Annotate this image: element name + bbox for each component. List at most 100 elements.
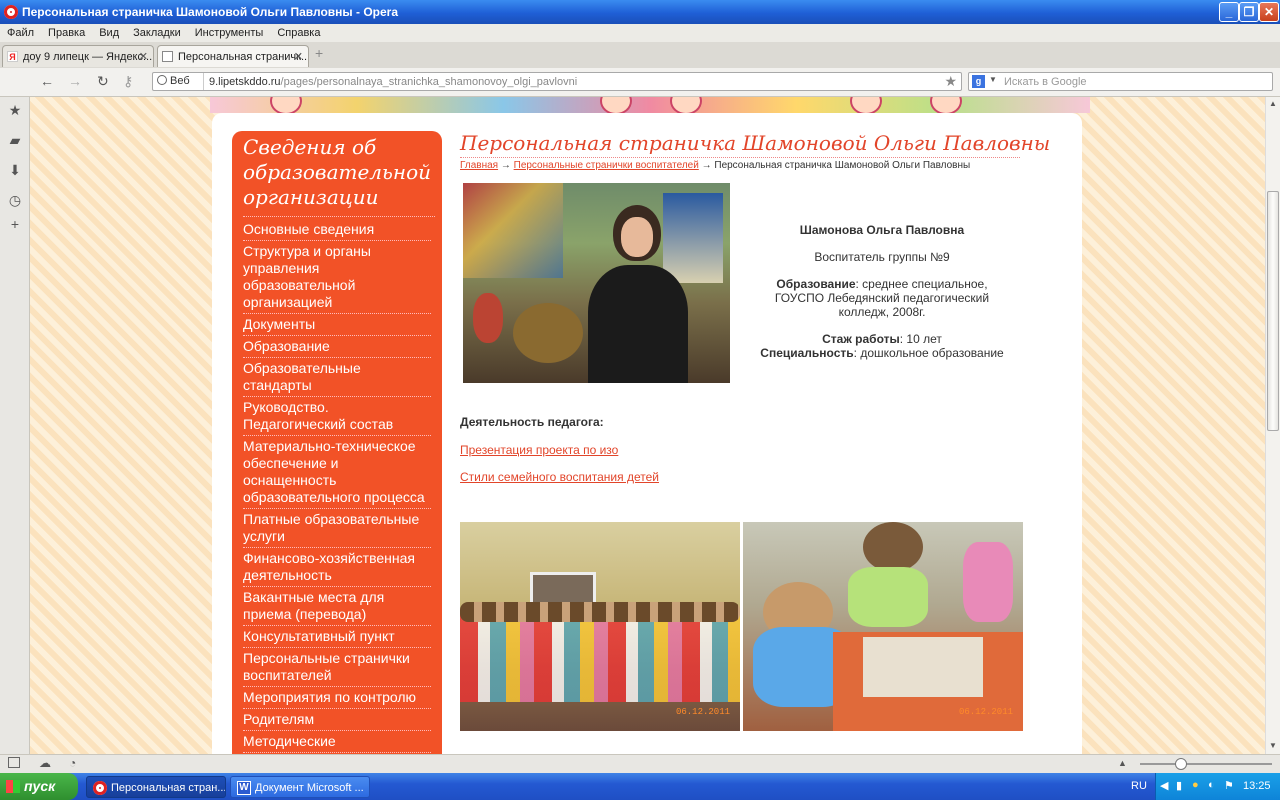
taskbar-word-window[interactable]: W Документ Microsoft ... [230,776,370,798]
system-tray: ◀ ▮ ● ◐ ⚑ 13:25 [1155,773,1280,800]
sidebar-menu: Сведения об образовательной организации … [232,131,442,754]
tab-label: доу 9 липецк — Яндекс... [23,51,153,63]
tab-label: Персональная страничк... [178,51,309,63]
menu-edit[interactable]: Правка [41,24,92,39]
specialty-value: : дошкольное образование [853,346,1004,360]
bookmarks-star-icon[interactable]: ★ [8,103,22,117]
group-photo-1: 06.12.2011 [460,522,740,731]
parenting-styles-link[interactable]: Стили семейного воспитания детей [460,470,659,484]
presentation-link[interactable]: Презентация проекта по изо [460,443,618,457]
menu-view[interactable]: Вид [92,24,126,39]
tab-close-icon[interactable]: ✕ [294,50,303,63]
window-title: Персональная страничка Шамоновой Ольги П… [22,5,399,19]
speed-dial-icon[interactable]: ◔ [69,756,76,770]
window-titlebar: Персональная страничка Шамоновой Ольги П… [0,0,1280,24]
menu-file[interactable]: Файл [0,24,41,39]
address-field[interactable]: Веб 9.lipetskddo.ru/pages/personalnaya_s… [152,72,962,91]
group-photo-2: 06.12.2011 [743,522,1023,731]
zoom-menu-icon[interactable]: ▲ [1118,758,1127,768]
page-favicon-icon [162,51,173,62]
menu-help[interactable]: Справка [270,24,327,39]
bookmark-star-icon[interactable]: ★ [944,73,957,90]
key-icon[interactable]: ⚷ [123,73,133,90]
scroll-down-icon[interactable]: ▼ [1269,741,1277,750]
clock[interactable]: 13:25 [1243,780,1271,792]
zoom-slider[interactable] [1140,758,1272,770]
sidebar-item-staff[interactable]: Руководство. Педагогический состав [243,397,431,436]
opera-logo-icon [4,5,18,19]
panel-toggle-icon[interactable] [8,757,20,768]
sidebar-item-standards[interactable]: Образовательные стандарты [243,358,431,397]
history-clock-icon[interactable]: ◷ [8,193,22,207]
tab-personal-page[interactable]: Персональная страничк... ✕ [157,45,309,67]
sidebar-item-facilities[interactable]: Материально-техническое обеспечение и ос… [243,436,431,509]
scrollbar-thumb[interactable] [1267,191,1279,431]
menu-bookmarks[interactable]: Закладки [126,24,188,39]
back-icon[interactable]: ← [40,73,54,89]
signal-icon[interactable]: ▮ [1176,779,1182,792]
taskbar-opera-window[interactable]: Персональная стран... [86,776,226,798]
breadcrumb: Главная → Персональные странички воспита… [460,160,971,171]
zoom-knob[interactable] [1175,758,1187,770]
sidebar-item-paid-services[interactable]: Платные образовательные услуги [243,509,431,548]
teacher-name: Шамонова Ольга Павловна [799,223,965,237]
add-panel-icon[interactable]: + [8,217,22,231]
network-icon[interactable]: ⚑ [1224,779,1234,792]
sidebar-item-parents[interactable]: Родителям [243,709,431,731]
search-field[interactable]: g ▼ Искать в Google [968,72,1273,91]
sidebar-item-methodical[interactable]: Методические [243,731,431,753]
start-button[interactable]: пуск [0,773,78,800]
forward-icon[interactable]: → [68,73,82,89]
photo-date: 06.12.2011 [675,707,730,717]
breadcrumb-section-link[interactable]: Персональные странички воспитателей [514,160,699,171]
word-icon: W [237,781,251,795]
chevron-down-icon[interactable]: ▼ [989,75,997,84]
search-placeholder: Искать в Google [1004,76,1087,88]
site-info-button[interactable]: Веб [157,75,190,87]
breadcrumb-current: Персональная страничка Шамоновой Ольги П… [714,160,971,171]
notes-icon[interactable]: ▰ [8,133,22,147]
new-tab-icon[interactable]: + [315,46,329,61]
header-banner [210,97,1090,115]
status-bar: ☁ ◔ ▲ [0,754,1280,774]
tab-yandex[interactable]: Я доу 9 липецк — Яндекс... ✕ [2,45,154,67]
sidebar-item-structure[interactable]: Структура и органы управления образовате… [243,241,431,314]
teacher-photo [463,183,730,383]
windows-logo-icon [6,780,20,793]
sidebar-item-education[interactable]: Образование [243,336,431,358]
sidebar-heading: Сведения об образовательной организации [243,135,435,217]
cloud-icon[interactable]: ☁ [39,756,51,770]
google-icon[interactable]: g [972,75,985,88]
tray-back-icon[interactable]: ◀ [1160,779,1168,792]
page-title: Персональная страничка Шамоновой Ольги П… [460,131,1050,158]
sidebar-item-documents[interactable]: Документы [243,314,431,336]
sidebar-item-vacancies[interactable]: Вакантные места для приема (перевода) [243,587,431,626]
minimize-button[interactable]: _ [1219,2,1239,22]
sidebar-item-consulting[interactable]: Консультативный пункт [243,626,431,648]
teacher-position: Воспитатель группы №9 [814,250,950,264]
navigation-bar: ← → ↻ ⚷ Веб 9.lipetskddo.ru/pages/person… [0,68,1280,97]
breadcrumb-home-link[interactable]: Главная [460,160,498,171]
close-button[interactable]: ✕ [1259,2,1279,22]
experience-value: : 10 лет [899,332,942,346]
side-panel: ★ ▰ ⬇ ◷ + [0,97,30,754]
volume-icon[interactable]: ◐ [1208,779,1215,791]
vertical-scrollbar[interactable]: ▲ ▼ [1265,97,1280,754]
scroll-up-icon[interactable]: ▲ [1269,99,1277,108]
downloads-icon[interactable]: ⬇ [8,163,22,177]
sidebar-item-basic-info[interactable]: Основные сведения [243,219,431,241]
menu-tools[interactable]: Инструменты [188,24,271,39]
sidebar-item-personal-pages[interactable]: Персональные странички воспитателей [243,648,431,687]
education-label: Образование [776,277,856,291]
tab-close-icon[interactable]: ✕ [139,50,148,63]
sidebar-list: Основные сведения Структура и органы упр… [243,219,431,753]
sidebar-item-control[interactable]: Мероприятия по контролю [243,687,431,709]
maximize-button[interactable]: ❐ [1239,2,1259,22]
sidebar-item-finance[interactable]: Финансово-хозяйственная деятельность [243,548,431,587]
activity-heading: Деятельность педагога: [460,415,604,429]
odnoklassniki-icon[interactable]: ● [1192,779,1199,791]
language-indicator[interactable]: RU [1131,780,1147,792]
page-viewport: Сведения об образовательной организации … [30,97,1265,754]
globe-icon [157,75,167,85]
reload-icon[interactable]: ↻ [97,73,109,90]
